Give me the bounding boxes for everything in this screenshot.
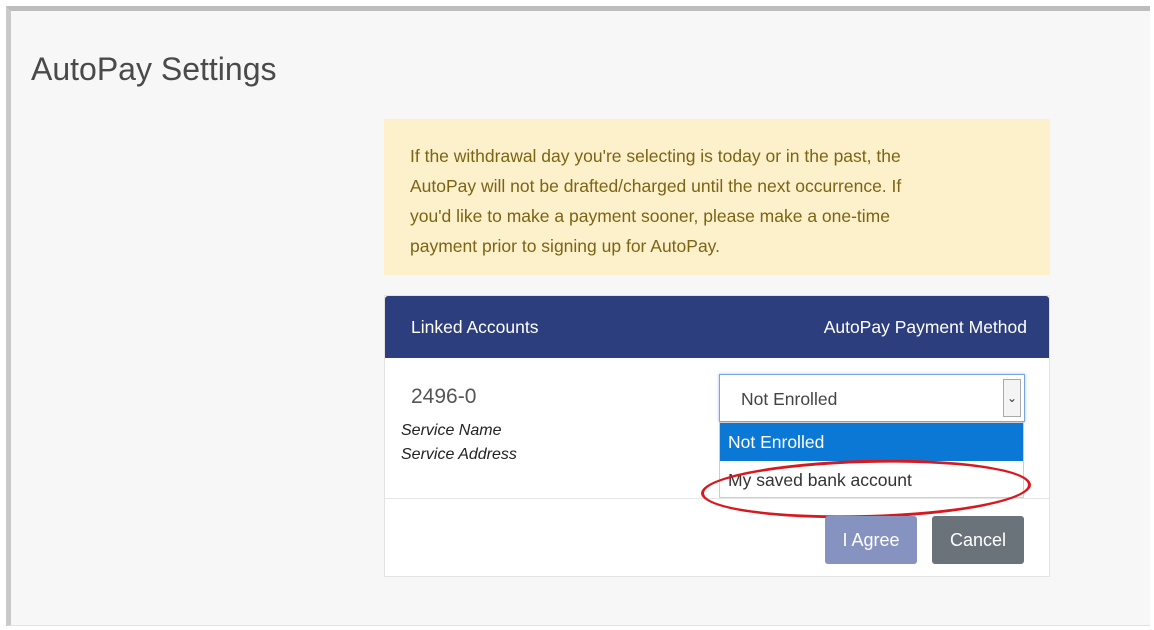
panel-header: Linked Accounts AutoPay Payment Method: [385, 296, 1049, 358]
info-alert: If the withdrawal day you're selecting i…: [384, 119, 1050, 275]
autopay-panel: Linked Accounts AutoPay Payment Method 2…: [384, 295, 1050, 577]
chevron-down-icon[interactable]: ⌄: [1003, 379, 1021, 417]
select-value: Not Enrolled: [741, 389, 838, 409]
account-number: 2496-0: [411, 385, 477, 408]
option-not-enrolled[interactable]: Not Enrolled: [720, 423, 1023, 461]
page-frame: AutoPay Settings If the withdrawal day y…: [6, 6, 1150, 626]
page-title: AutoPay Settings: [31, 51, 277, 87]
service-address: Service Address: [401, 446, 517, 463]
alert-line: If the withdrawal day you're selecting i…: [410, 146, 901, 166]
payment-method-dropdown: Not Enrolled My saved bank account: [719, 422, 1024, 498]
linked-accounts-header: Linked Accounts: [411, 317, 539, 337]
option-saved-bank-account[interactable]: My saved bank account: [720, 461, 1023, 499]
alert-line: AutoPay will not be drafted/charged unti…: [410, 176, 902, 196]
payment-method-header: AutoPay Payment Method: [823, 317, 1027, 337]
alert-line: you'd like to make a payment sooner, ple…: [410, 206, 890, 226]
service-name: Service Name: [401, 422, 502, 439]
cancel-button[interactable]: Cancel: [932, 516, 1024, 564]
alert-line: payment prior to signing up for AutoPay.: [410, 236, 720, 256]
agree-button[interactable]: I Agree: [825, 516, 917, 564]
payment-method-select[interactable]: Not Enrolled ⌄: [719, 374, 1025, 422]
